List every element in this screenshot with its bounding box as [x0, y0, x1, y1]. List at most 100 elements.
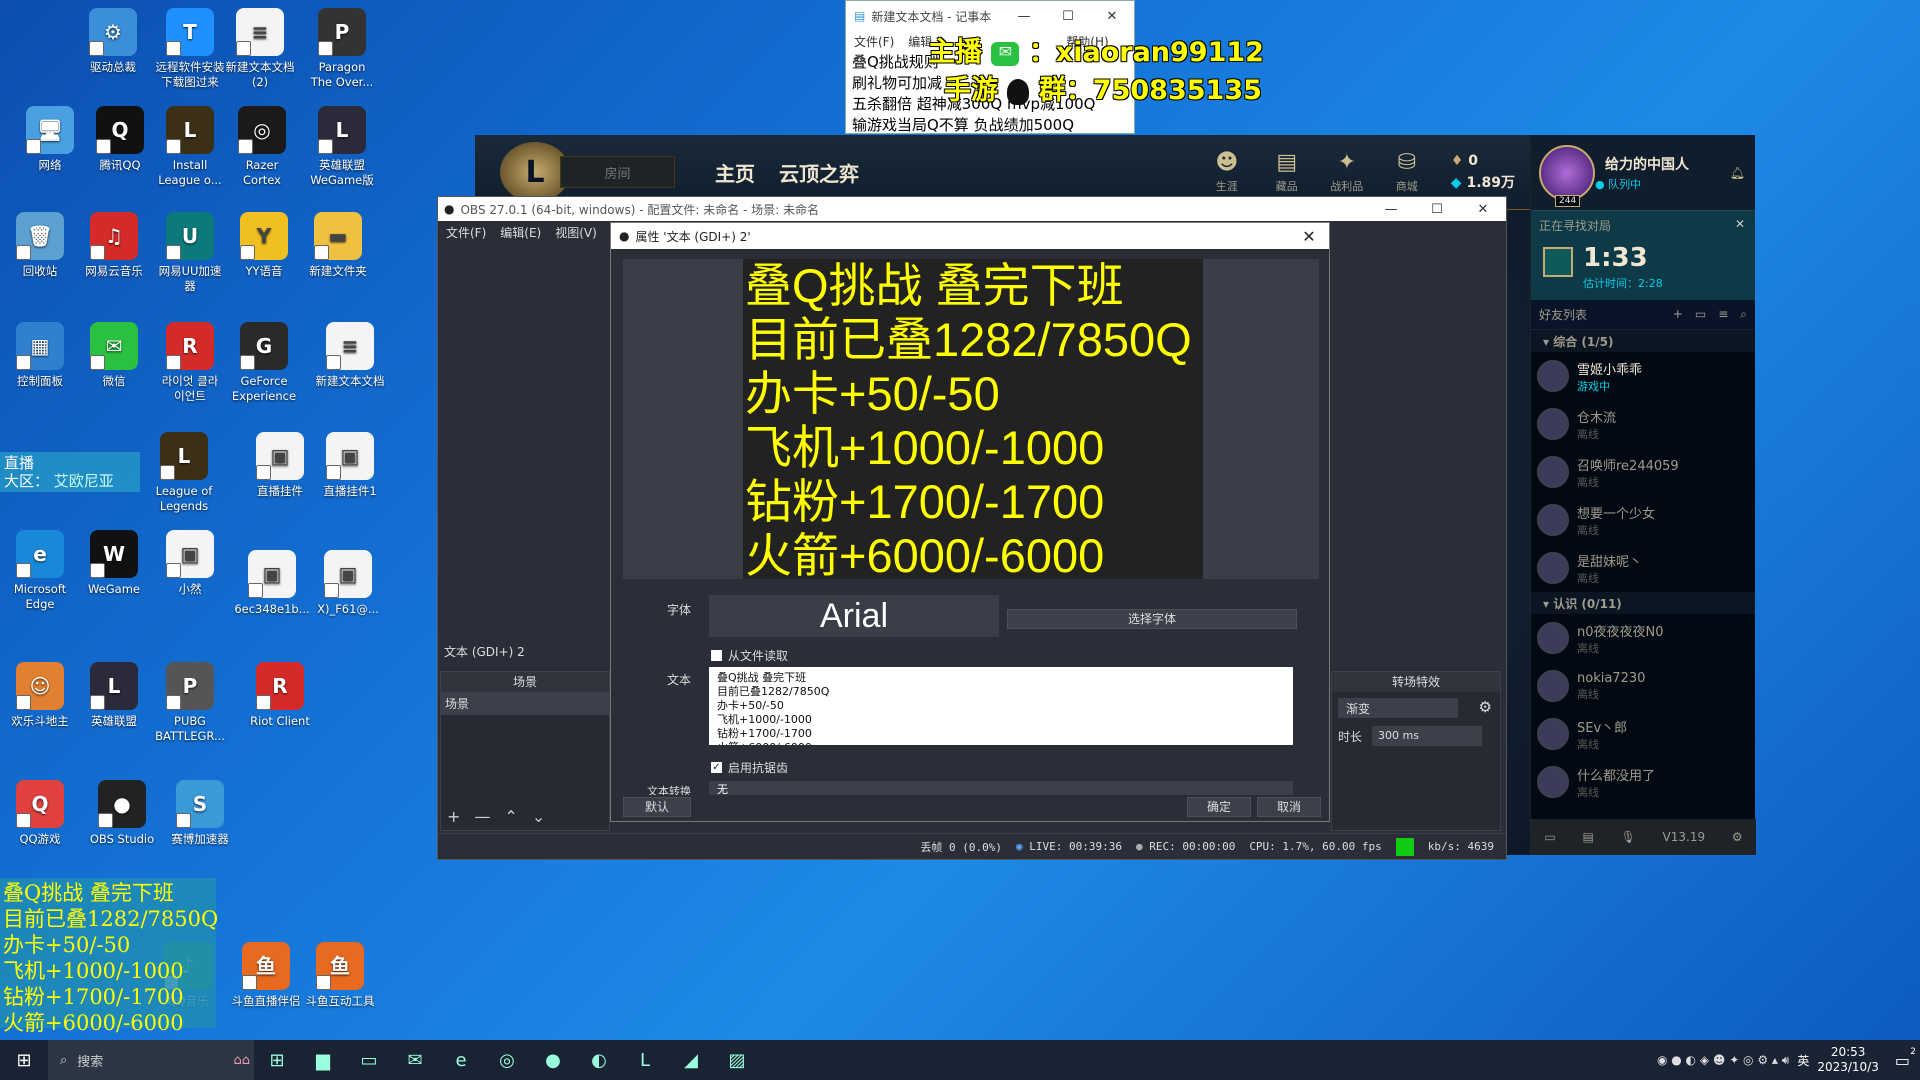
taskbar-app-icon[interactable]: ✉ [392, 1040, 438, 1080]
desktop-icon[interactable]: ≡ 新建文本文档 (2) [220, 8, 300, 104]
cancel-button[interactable]: 取消 [1257, 797, 1321, 817]
close-icon[interactable]: ✕ [1289, 227, 1329, 246]
bell-icon[interactable]: 🔔︎ [1730, 166, 1745, 180]
desktop-icon[interactable]: ▣ 直播挂件 [240, 432, 320, 528]
menu-edit[interactable]: 编辑(E) [500, 224, 541, 241]
menu-view[interactable]: 视图(V) [555, 224, 597, 241]
taskbar-app-icon[interactable]: L [622, 1040, 668, 1080]
scene-item[interactable]: 场景 [441, 692, 609, 715]
gear-icon[interactable]: ⚙ [1479, 698, 1492, 716]
desktop-icon[interactable]: U 网易UU加速 器 [150, 212, 230, 308]
taskbar-app-icon[interactable]: ● [530, 1040, 576, 1080]
desktop-icon[interactable]: P PUBG BATTLEGR... [150, 662, 230, 758]
friend-item[interactable]: 想要一个少女 离线 [1531, 496, 1755, 544]
nav-collection[interactable]: ▤ 藏品 [1257, 150, 1317, 194]
folder-icon[interactable]: ▭ [1695, 307, 1706, 322]
add-icon[interactable]: + [447, 807, 460, 826]
taskbar-app-icon[interactable]: e [438, 1040, 484, 1080]
notepad-titlebar[interactable]: ▤ 新建文本文档 - 记事本 — ☐ ✕ [846, 1, 1134, 31]
clock[interactable]: 20:53 2023/10/3 [1817, 1045, 1879, 1075]
desktop-icon[interactable]: ▣ 6ec348e1b... [232, 550, 312, 646]
desktop-icon[interactable]: L 英雄联盟 [74, 662, 154, 758]
desktop-icon[interactable]: T 远程软件安装 下载图过来 [150, 8, 230, 104]
desktop-icon[interactable]: S 赛博加速器 [160, 780, 240, 876]
desktop-icon[interactable]: ✉ 微信 [74, 322, 154, 418]
friend-item[interactable]: n0夜夜夜夜N0 离线 [1531, 614, 1755, 662]
tab-tft[interactable]: 云顶之弈 [779, 158, 859, 187]
taskbar-app-icon[interactable]: ◢ [668, 1040, 714, 1080]
friend-group[interactable]: ▾ 综合 (1/5) [1531, 330, 1755, 352]
desktop-icon[interactable]: P Paragon The Over... [302, 8, 382, 104]
friend-item[interactable]: 召唤师re244059 离线 [1531, 448, 1755, 496]
desktop-icon[interactable]: Y YY语音 [224, 212, 304, 308]
taskbar-app-icon[interactable]: ▨ [714, 1040, 760, 1080]
desktop-icon[interactable]: R 라이엇 클라 이언트 [150, 322, 230, 418]
transform-select[interactable]: 无 [709, 781, 1293, 795]
desktop-icon[interactable]: ● OBS Studio [82, 780, 162, 876]
queue-close-icon[interactable]: ✕ [1735, 217, 1745, 231]
move-down-icon[interactable]: ⌄ [532, 807, 545, 826]
tray-icons[interactable]: ◉ ● ◐ ◈ ☻ ✦ ◎ ⚙ ▴ 🔊︎ [1657, 1053, 1789, 1068]
nav-store[interactable]: ⛁ 商城 [1377, 150, 1437, 194]
list-icon[interactable]: ≡ [1718, 307, 1728, 322]
desktop-icon[interactable]: R Riot Client [240, 662, 320, 758]
ok-button[interactable]: 确定 [1187, 797, 1251, 817]
chat-icon[interactable]: ▭ [1544, 830, 1555, 844]
maximize-icon[interactable]: ☐ [1414, 202, 1460, 217]
read-from-file-checkbox[interactable]: 从文件读取 [711, 647, 788, 664]
maximize-icon[interactable]: ☐ [1046, 9, 1090, 24]
tab-home[interactable]: 主页 [715, 158, 755, 187]
close-icon[interactable]: ✕ [1090, 9, 1134, 24]
choose-font-button[interactable]: 选择字体 [1007, 609, 1297, 629]
desktop-icon[interactable]: ♫ 网易云音乐 [74, 212, 154, 308]
nav-loot[interactable]: ✦ 战利品 [1317, 150, 1377, 194]
properties-dialog[interactable]: ● 属性 '文本 (GDI+) 2' ✕ 叠Q挑战 叠完下班 目前已叠1282/… [610, 222, 1330, 822]
start-icon[interactable]: ⊞ [0, 1040, 48, 1080]
friend-item[interactable]: 雪姬小乖乖 游戏中 [1531, 352, 1755, 400]
desktop-icon[interactable]: L 英雄联盟 WeGame版 [302, 106, 382, 202]
desktop-icon[interactable]: ▣ X)_F61@... [308, 550, 388, 646]
settings-icon[interactable]: ⚙ [1732, 830, 1743, 844]
antialias-checkbox[interactable]: ✓ 启用抗锯齿 [711, 759, 788, 776]
desktop-icon[interactable]: ≡ 新建文本文档 [310, 322, 390, 418]
desktop-icon[interactable]: G GeForce Experience [224, 322, 304, 418]
dialog-titlebar[interactable]: ● 属性 '文本 (GDI+) 2' ✕ [611, 223, 1329, 249]
close-icon[interactable]: ✕ [1460, 202, 1506, 217]
minimize-icon[interactable]: — [1002, 9, 1046, 24]
defaults-button[interactable]: 默认 [623, 797, 691, 817]
nav-profile[interactable]: ☻ 生涯 [1197, 150, 1257, 194]
lol-room-button[interactable]: 房间 [560, 156, 675, 188]
duration-input[interactable]: 300 ms [1372, 726, 1482, 746]
desktop-icon[interactable]: ☺ 欢乐斗地主 [0, 662, 80, 758]
avatar[interactable]: 244 [1539, 144, 1595, 207]
search-box[interactable]: ⌕ 搜索 ⌂⌂ [48, 1040, 254, 1080]
profile-card[interactable]: 244 给力的中国人 ● 队列中 🔔︎ [1531, 135, 1755, 210]
text-input[interactable]: 叠Q挑战 叠完下班 目前已叠1282/7850Q 办卡+50/-50 飞机+10… [709, 667, 1293, 745]
taskbar-app-icon[interactable]: ▆ [300, 1040, 346, 1080]
obs-titlebar[interactable]: ● OBS 27.0.1 (64-bit, windows) - 配置文件: 未… [438, 197, 1506, 221]
taskbar-app-icon[interactable]: ⊞ [254, 1040, 300, 1080]
friend-item[interactable]: SEv丶郎 离线 [1531, 710, 1755, 758]
taskbar-app-icon[interactable]: ◐ [576, 1040, 622, 1080]
friend-group[interactable]: ▾ 认识 (0/11) [1531, 592, 1755, 614]
desktop-icon[interactable]: 鱼斗鱼互动工具 [300, 942, 380, 1038]
add-friend-icon[interactable]: + [1673, 307, 1683, 322]
desktop-icon[interactable]: e Microsoft Edge [0, 530, 80, 626]
taskbar-app-icon[interactable]: ▭ [346, 1040, 392, 1080]
move-up-icon[interactable]: ⌃ [504, 807, 517, 826]
desktop-icon[interactable]: ▣ 直播挂件1 [310, 432, 390, 528]
desktop-icon[interactable]: W WeGame [74, 530, 154, 626]
missions-icon[interactable]: ▤ [1582, 830, 1593, 844]
minimize-icon[interactable]: — [1368, 202, 1414, 217]
transition-select[interactable]: 渐变 [1338, 698, 1458, 718]
desktop-icon[interactable]: L League of Legends [144, 432, 224, 528]
desktop-icon[interactable]: 鱼斗鱼直播伴侣 [226, 942, 306, 1038]
notification-icon[interactable]: ▭ 2 [1895, 1047, 1916, 1070]
mic-icon[interactable]: 🎙︎ [1621, 830, 1636, 844]
search-icon[interactable]: ⌕ [1740, 307, 1747, 322]
input-language[interactable]: 英 [1797, 1052, 1809, 1069]
desktop-icon[interactable]: ⚙ 驱动总裁 [73, 8, 153, 104]
desktop-icon[interactable]: 🖥 网络 [10, 106, 90, 202]
taskbar-app-icon[interactable]: ◎ [484, 1040, 530, 1080]
desktop-icon[interactable]: ▬ 新建文件夹 [298, 212, 378, 308]
